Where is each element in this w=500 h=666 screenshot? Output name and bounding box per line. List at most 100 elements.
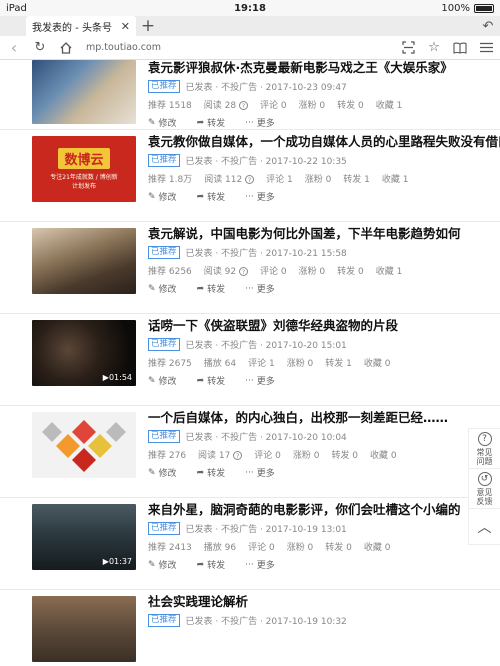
back-to-top-button[interactable]: ︿ bbox=[469, 509, 500, 545]
close-tab-icon[interactable]: ✕ bbox=[121, 20, 130, 33]
recommended-badge: 已推荐 bbox=[148, 79, 180, 93]
ios-status-bar: iPad 19:18 100% bbox=[0, 0, 500, 16]
recommended-badge: 已推荐 bbox=[148, 521, 180, 535]
article-actions: ✎ 修改 ➦ 转发 ··· 更多 bbox=[148, 116, 500, 130]
publish-info: 已发表 · 不投广告 · 2017-10-20 10:04 bbox=[185, 432, 347, 443]
floating-side-panel: ? 常见问题 ↺ 意见反馈 ︿ bbox=[468, 428, 500, 545]
help-icon[interactable]: ? bbox=[238, 101, 248, 110]
article-title[interactable]: 袁元教你做自媒体，一个成功自媒体人员的心里路程失败没有借口 bbox=[148, 134, 500, 150]
article-title[interactable]: 来自外星，脑洞奇葩的电影影评，你们会吐槽这个小编的 bbox=[148, 502, 500, 518]
publish-info: 已发表 · 不投广告 · 2017-10-19 10:32 bbox=[185, 616, 347, 627]
book-icon[interactable] bbox=[452, 40, 468, 56]
more-button[interactable]: ··· 更多 bbox=[245, 466, 275, 480]
more-button[interactable]: ··· 更多 bbox=[245, 374, 275, 388]
feedback-button[interactable]: ↺ 意见反馈 bbox=[469, 469, 500, 509]
help-icon[interactable]: ? bbox=[238, 267, 248, 276]
article-stats: 推荐 1.8万 阅读 112 ? 评论 1 涨粉 0 转发 1 收藏 1 bbox=[148, 175, 409, 185]
help-icon[interactable]: ? bbox=[245, 175, 255, 184]
more-button[interactable]: ··· 更多 bbox=[245, 558, 275, 572]
home-icon[interactable] bbox=[58, 40, 74, 56]
clock: 19:18 bbox=[234, 2, 266, 14]
more-button[interactable]: ··· 更多 bbox=[245, 116, 275, 130]
edit-button[interactable]: ✎ 修改 bbox=[148, 282, 177, 296]
share-button[interactable]: ➦ 转发 bbox=[197, 282, 226, 296]
scan-icon[interactable] bbox=[400, 40, 416, 56]
article-title[interactable]: 一个后自媒体，的内心独白，出校那一刻差距已经…… bbox=[148, 410, 500, 426]
article-thumbnail[interactable] bbox=[32, 596, 136, 662]
publish-info: 已发表 · 不投广告 · 2017-10-20 15:01 bbox=[185, 340, 347, 351]
article-thumbnail[interactable]: 数博云 专注21年成就数 / 博创新计划发布 bbox=[32, 136, 136, 202]
video-thumbnail[interactable]: ▶01:54 bbox=[32, 320, 136, 386]
list-item[interactable]: ▶01:54 话唠一下《侠盗联盟》刘德华经典盗物的片段 已推荐 已发表 · 不投… bbox=[0, 314, 500, 406]
article-thumbnail[interactable] bbox=[32, 412, 136, 478]
browser-tab-bar: 我发表的 - 头条号 ✕ + ↶ bbox=[0, 16, 500, 36]
article-thumbnail[interactable] bbox=[32, 60, 136, 124]
infographic-image bbox=[42, 420, 126, 472]
list-item[interactable]: 袁元影评狼叔休·杰克曼最新电影马戏之王《大娱乐家》 已推荐 已发表 · 不投广告… bbox=[0, 60, 500, 130]
article-actions: ✎ 修改 ➦ 转发 ··· 更多 bbox=[148, 558, 500, 572]
share-button[interactable]: ➦ 转发 bbox=[197, 558, 226, 572]
share-button[interactable]: ➦ 转发 bbox=[197, 116, 226, 130]
article-actions: ✎ 修改 ➦ 转发 ··· 更多 bbox=[148, 190, 500, 204]
article-stats: 推荐 276 阅读 17 ? 评论 0 涨粉 0 转发 0 收藏 0 bbox=[148, 451, 397, 461]
article-actions: ✎ 修改 ➦ 转发 ··· 更多 bbox=[148, 282, 500, 296]
star-icon[interactable]: ☆ bbox=[426, 40, 442, 56]
article-thumbnail[interactable] bbox=[32, 228, 136, 294]
article-title[interactable]: 袁元影评狼叔休·杰克曼最新电影马戏之王《大娱乐家》 bbox=[148, 60, 500, 76]
list-item[interactable]: 一个后自媒体，的内心独白，出校那一刻差距已经…… 已推荐 已发表 · 不投广告 … bbox=[0, 406, 500, 498]
article-title[interactable]: 袁元解说，中国电影为何比外国差，下半年电影趋势如何 bbox=[148, 226, 500, 242]
share-button[interactable]: ➦ 转发 bbox=[197, 190, 226, 204]
list-item[interactable]: 数博云 专注21年成就数 / 博创新计划发布 袁元教你做自媒体，一个成功自媒体人… bbox=[0, 130, 500, 222]
edit-button[interactable]: ✎ 修改 bbox=[148, 190, 177, 204]
browser-tab[interactable]: 我发表的 - 头条号 ✕ bbox=[26, 16, 136, 36]
video-duration: ▶01:54 bbox=[102, 373, 132, 382]
share-button[interactable]: ➦ 转发 bbox=[197, 466, 226, 480]
recommended-badge: 已推荐 bbox=[148, 153, 180, 167]
battery-percent: 100% bbox=[441, 2, 470, 14]
tab-title: 我发表的 - 头条号 bbox=[32, 22, 112, 34]
article-title[interactable]: 社会实践理论解析 bbox=[148, 594, 500, 610]
edit-button[interactable]: ✎ 修改 bbox=[148, 558, 177, 572]
undo-icon[interactable]: ↶ bbox=[476, 16, 500, 36]
device-label: iPad bbox=[6, 2, 27, 14]
publish-info: 已发表 · 不投广告 · 2017-10-19 13:01 bbox=[185, 524, 347, 535]
article-stats: 推荐 1518 阅读 28 ? 评论 0 涨粉 0 转发 0 收藏 1 bbox=[148, 101, 403, 111]
recommended-badge: 已推荐 bbox=[148, 245, 180, 259]
refresh-icon[interactable]: ↻ bbox=[32, 40, 48, 56]
article-stats: 推荐 6256 阅读 92 ? 评论 0 涨粉 0 转发 0 收藏 1 bbox=[148, 267, 403, 277]
more-button[interactable]: ··· 更多 bbox=[245, 190, 275, 204]
list-item[interactable]: 袁元解说，中国电影为何比外国差，下半年电影趋势如何 已推荐 已发表 · 不投广告… bbox=[0, 222, 500, 314]
recommended-badge: 已推荐 bbox=[148, 337, 180, 351]
article-title[interactable]: 话唠一下《侠盗联盟》刘德华经典盗物的片段 bbox=[148, 318, 500, 334]
url-field[interactable]: mp.toutiao.com bbox=[84, 42, 390, 53]
edit-button[interactable]: ✎ 修改 bbox=[148, 466, 177, 480]
menu-icon[interactable] bbox=[478, 40, 494, 56]
article-stats: 推荐 2413 播放 96 评论 0 涨粉 0 转发 0 收藏 0 bbox=[148, 543, 391, 553]
address-bar: ‹ ↻ mp.toutiao.com ☆ bbox=[0, 36, 500, 60]
publish-info: 已发表 · 不投广告 · 2017-10-21 15:58 bbox=[185, 248, 347, 259]
list-item[interactable]: 社会实践理论解析 已推荐 已发表 · 不投广告 · 2017-10-19 10:… bbox=[0, 590, 500, 666]
article-actions: ✎ 修改 ➦ 转发 ··· 更多 bbox=[148, 374, 500, 388]
recommended-badge: 已推荐 bbox=[148, 429, 180, 443]
video-duration: ▶01:37 bbox=[102, 557, 132, 566]
faq-button[interactable]: ? 常见问题 bbox=[469, 429, 500, 469]
recommended-badge: 已推荐 bbox=[148, 613, 180, 627]
list-item[interactable]: ▶01:37 来自外星，脑洞奇葩的电影影评，你们会吐槽这个小编的 已推荐 已发表… bbox=[0, 498, 500, 590]
publish-info: 已发表 · 不投广告 · 2017-10-22 10:35 bbox=[185, 156, 347, 167]
article-stats: 推荐 2675 播放 64 评论 1 涨粉 0 转发 1 收藏 0 bbox=[148, 359, 391, 369]
share-button[interactable]: ➦ 转发 bbox=[197, 374, 226, 388]
article-actions: ✎ 修改 ➦ 转发 ··· 更多 bbox=[148, 466, 500, 480]
battery-icon bbox=[474, 3, 494, 13]
more-button[interactable]: ··· 更多 bbox=[245, 282, 275, 296]
article-list-area: 袁元影评狼叔休·杰克曼最新电影马戏之王《大娱乐家》 已推荐 已发表 · 不投广告… bbox=[0, 60, 500, 666]
article-list: 袁元影评狼叔休·杰克曼最新电影马戏之王《大娱乐家》 已推荐 已发表 · 不投广告… bbox=[0, 60, 500, 666]
back-arrow-icon[interactable]: ‹ bbox=[6, 38, 22, 57]
question-icon: ? bbox=[477, 431, 492, 446]
help-icon[interactable]: ? bbox=[233, 451, 243, 460]
chevron-up-icon: ︿ bbox=[477, 519, 492, 536]
feedback-icon: ↺ bbox=[477, 471, 492, 486]
new-tab-icon[interactable]: + bbox=[136, 16, 160, 36]
video-thumbnail[interactable]: ▶01:37 bbox=[32, 504, 136, 570]
edit-button[interactable]: ✎ 修改 bbox=[148, 116, 177, 130]
edit-button[interactable]: ✎ 修改 bbox=[148, 374, 177, 388]
